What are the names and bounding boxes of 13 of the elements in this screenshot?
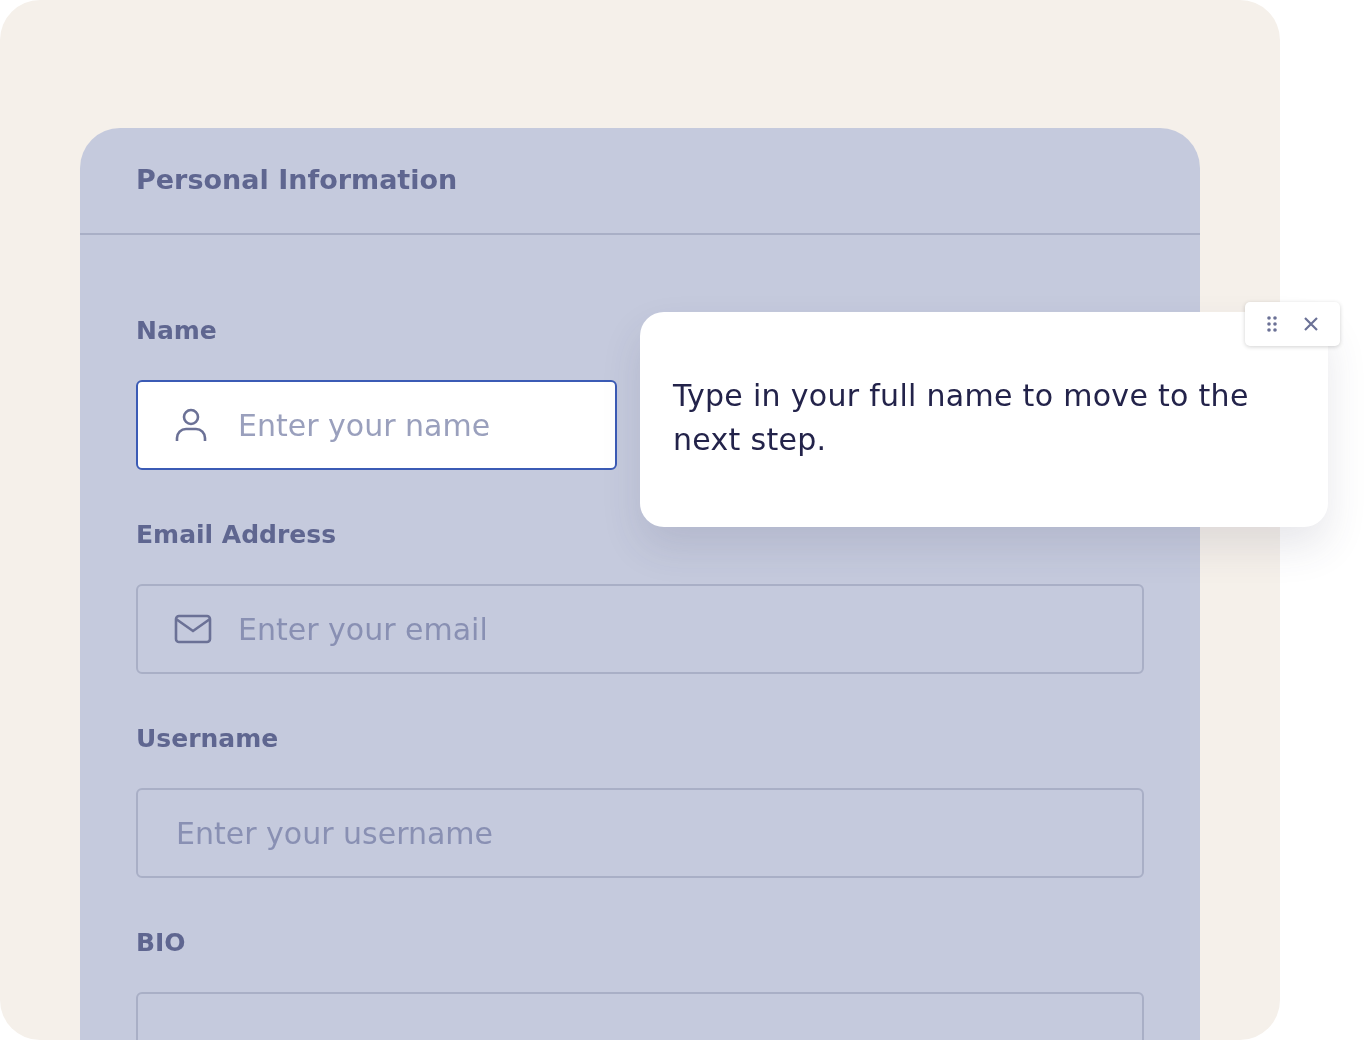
input-field[interactable]: Enter your name bbox=[136, 380, 617, 470]
person-icon bbox=[174, 407, 208, 443]
input-field[interactable]: Enter your email bbox=[136, 584, 1144, 674]
field-label: Email Address bbox=[136, 519, 337, 551]
mail-icon bbox=[174, 614, 212, 644]
input-field[interactable]: Enter your username bbox=[136, 788, 1144, 878]
field-label: BIO bbox=[136, 927, 186, 959]
tooltip-text: Type in your full name to move to the next step. bbox=[673, 377, 1250, 459]
drag-handle-icon bbox=[1265, 315, 1278, 333]
close-icon bbox=[1303, 316, 1320, 332]
form-title: Personal Information bbox=[136, 163, 458, 198]
field-label: Name bbox=[136, 315, 217, 347]
field-label: Username bbox=[136, 723, 279, 755]
